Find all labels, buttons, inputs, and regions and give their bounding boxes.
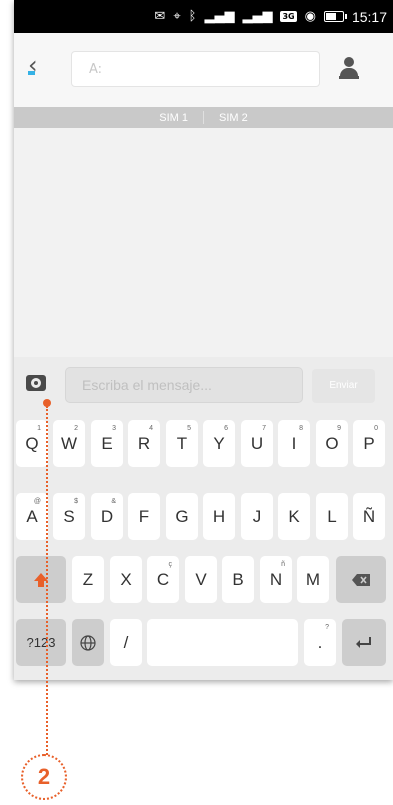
callout-line [46,406,48,755]
sim-selector: SIM 1 SIM 2 [14,107,393,128]
add-contact-button[interactable] [339,57,359,79]
shift-key[interactable] [16,556,66,603]
key-q[interactable]: Q1 [16,420,48,467]
signal-icon: ▂▄▆ [204,9,235,24]
globe-icon [80,634,96,651]
wifi-icon: ◉ [304,9,316,24]
key-n[interactable]: Nñ [260,556,292,603]
period-key[interactable]: .? [304,619,336,666]
backspace-icon [352,573,370,586]
language-key[interactable] [72,619,104,666]
key-o[interactable]: O9 [316,420,348,467]
key-y[interactable]: Y6 [203,420,235,467]
backspace-key[interactable] [336,556,386,603]
key-g[interactable]: G [166,493,198,540]
message-placeholder: Escriba el mensaje... [82,377,212,393]
phone-screen: ✉ ⌖ ᛒ ▂▄▆ ▂▄▆ 3G ◉ 15:17 ‹ A: SIM 1 SIM … [14,0,393,680]
key-r[interactable]: R4 [128,420,160,467]
key-n-tilde[interactable]: Ñ [353,493,385,540]
key-w[interactable]: W2 [53,420,85,467]
key-p[interactable]: P0 [353,420,385,467]
key-d[interactable]: D & [91,493,123,540]
sim-divider [203,111,204,124]
key-u[interactable]: U7 [241,420,273,467]
key-l[interactable]: L [316,493,348,540]
signal-2-icon: ▂▄▆ [242,9,273,24]
key-k[interactable]: K [278,493,310,540]
battery-icon [323,11,347,22]
key-b[interactable]: B [222,556,254,603]
key-v[interactable]: V [185,556,217,603]
key-a[interactable]: A @ [16,493,48,540]
message-header: ‹ A: [14,33,393,107]
key-f[interactable]: F [128,493,160,540]
text-cursor [28,71,35,75]
send-button[interactable]: Enviar [312,369,375,403]
bluetooth-icon: ᛒ [188,9,197,24]
enter-key[interactable] [342,619,386,666]
recipient-input[interactable]: A: [71,51,320,87]
mail-icon: ✉ [154,9,166,24]
slash-key[interactable]: / [110,619,142,666]
callout-dot [43,399,51,407]
network-3g-badge: 3G [280,11,297,22]
key-h[interactable]: H [203,493,235,540]
recipient-label: A: [89,62,103,77]
compose-bar: Escriba el mensaje... Enviar [14,357,393,416]
key-t[interactable]: T5 [166,420,198,467]
gps-icon: ⌖ [173,9,181,24]
key-s[interactable]: S $ [53,493,85,540]
message-input[interactable]: Escriba el mensaje... [65,367,303,403]
key-x[interactable]: X [110,556,142,603]
symbols-key[interactable]: ?123 [16,619,66,666]
sim-2-option[interactable]: SIM 2 [219,112,248,124]
key-c[interactable]: Cç [147,556,179,603]
sim-1-option[interactable]: SIM 1 [159,112,188,124]
status-time: 15:17 [351,8,387,25]
key-i[interactable]: I8 [278,420,310,467]
enter-icon [356,636,371,648]
callout-step-badge: 2 [21,754,67,800]
key-m[interactable]: M [297,556,329,603]
camera-icon [31,378,41,388]
key-j[interactable]: J [241,493,273,540]
keyboard: Q1 W2 E3 R4 T5 Y6 U7 I8 O9 P0 A @ S $ D & F… [14,415,393,680]
status-bar: ✉ ⌖ ᛒ ▂▄▆ ▂▄▆ 3G ◉ 15:17 [14,0,393,33]
attach-camera-button[interactable] [26,375,46,391]
key-e[interactable]: E3 [91,420,123,467]
space-key[interactable] [147,619,298,666]
key-z[interactable]: Z [72,556,104,603]
